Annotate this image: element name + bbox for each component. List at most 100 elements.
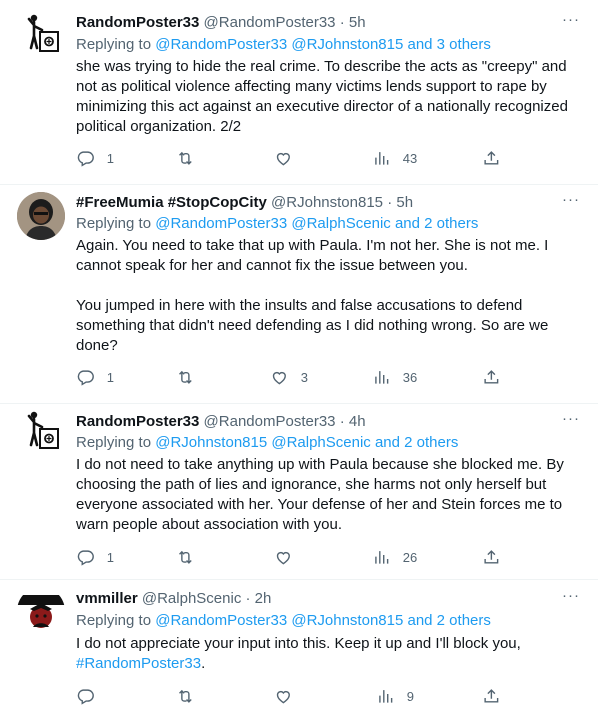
views-count: 43 <box>402 150 418 166</box>
retweet-button[interactable] <box>176 148 195 168</box>
like-button[interactable] <box>274 686 293 706</box>
reply-icon <box>76 687 95 706</box>
tweet[interactable]: RandomPoster33 @RandomPoster33 · 4h ··· … <box>0 404 598 579</box>
timestamp[interactable]: 5h <box>349 14 366 31</box>
like-button[interactable] <box>274 148 293 168</box>
hashtag-link[interactable]: #RandomPoster33 <box>76 655 201 672</box>
tweet-text: she was trying to hide the real crime. T… <box>76 57 576 137</box>
retweet-icon <box>176 687 195 706</box>
replying-to-links[interactable]: @RandomPoster33 @RalphScenic and 2 other… <box>155 215 478 232</box>
reply-icon <box>76 149 95 168</box>
timestamp[interactable]: 2h <box>255 590 272 607</box>
reply-button[interactable] <box>76 686 95 706</box>
avatar[interactable] <box>17 12 65 60</box>
more-icon[interactable]: ··· <box>562 410 580 427</box>
replying-to-links[interactable]: @RJohnston815 @RalphScenic and 2 others <box>155 434 458 451</box>
replying-to-links[interactable]: @RandomPoster33 @RJohnston815 and 3 othe… <box>155 36 491 53</box>
user-handle[interactable]: @RalphScenic <box>142 590 241 607</box>
avatar[interactable] <box>17 192 65 240</box>
reply-count: 1 <box>106 549 114 565</box>
tweet-actions: 1 3 36 <box>76 367 506 387</box>
tweet-text-plain: I do not appreciate your input into this… <box>76 635 521 652</box>
tweet-actions: 1 26 <box>76 547 506 567</box>
reply-count: 1 <box>106 150 114 166</box>
more-icon[interactable]: ··· <box>562 191 580 208</box>
graphic-avatar-icon <box>17 587 65 635</box>
replying-to: Replying to @RandomPoster33 @RJohnston81… <box>76 611 491 631</box>
share-button[interactable] <box>482 148 501 168</box>
replying-to: Replying to @RandomPoster33 @RJohnston81… <box>76 35 491 55</box>
replying-to-label: Replying to <box>76 215 156 232</box>
replying-to-label: Replying to <box>76 434 156 451</box>
retweet-button[interactable] <box>176 686 195 706</box>
retweet-button[interactable] <box>176 367 195 387</box>
replying-to-links[interactable]: @RandomPoster33 @RJohnston815 and 2 othe… <box>155 612 491 629</box>
tweet-actions: 9 <box>76 686 506 706</box>
stick-figure-safe-avatar-icon <box>27 411 59 449</box>
avatar[interactable] <box>17 409 65 457</box>
more-icon[interactable]: ··· <box>562 587 580 604</box>
tweet-paragraph: You jumped in here with the insults and … <box>76 297 549 354</box>
views-count: 9 <box>406 688 414 704</box>
views-button[interactable]: 9 <box>376 686 414 706</box>
tweet[interactable]: vmmiller @RalphScenic · 2h ··· Replying … <box>0 580 598 713</box>
reply-button[interactable]: 1 <box>76 547 114 567</box>
replying-to: Replying to @RJohnston815 @RalphScenic a… <box>76 433 458 453</box>
reply-icon <box>76 368 95 387</box>
like-count: 3 <box>300 369 308 385</box>
tweet-actions: 1 43 <box>76 148 506 168</box>
tweet-text-end: . <box>201 655 206 672</box>
share-button[interactable] <box>482 547 501 567</box>
timestamp[interactable]: 5h <box>396 194 413 211</box>
tweet-text: I do not need to take anything up with P… <box>76 455 576 535</box>
replying-to: Replying to @RandomPoster33 @RalphScenic… <box>76 214 478 234</box>
replying-to-label: Replying to <box>76 612 156 629</box>
tweet-text: Again. You need to take that up with Pau… <box>76 236 576 356</box>
share-icon <box>482 149 501 168</box>
tweet-paragraph: Again. You need to take that up with Pau… <box>76 237 549 274</box>
views-button[interactable]: 36 <box>372 367 417 387</box>
avatar[interactable] <box>17 587 65 635</box>
user-handle[interactable]: @RandomPoster33 <box>204 413 336 430</box>
reply-icon <box>76 548 95 567</box>
views-icon <box>372 548 391 567</box>
separator-dot: · <box>339 14 345 31</box>
person-photo-avatar-icon <box>17 192 65 240</box>
separator-dot: · <box>387 194 393 211</box>
share-button[interactable] <box>482 686 501 706</box>
user-handle[interactable]: @RandomPoster33 <box>204 14 336 31</box>
views-button[interactable]: 26 <box>372 547 417 567</box>
views-icon <box>372 368 391 387</box>
views-icon <box>372 149 391 168</box>
user-handle[interactable]: @RJohnston815 <box>271 194 383 211</box>
display-name[interactable]: RandomPoster33 <box>76 413 199 430</box>
share-icon <box>482 368 501 387</box>
views-icon <box>376 687 395 706</box>
reply-button[interactable]: 1 <box>76 367 114 387</box>
reply-count: 1 <box>106 369 114 385</box>
views-button[interactable]: 43 <box>372 148 417 168</box>
retweet-icon <box>176 368 195 387</box>
like-button[interactable] <box>274 547 293 567</box>
share-icon <box>482 548 501 567</box>
separator-dot: · <box>245 590 251 607</box>
tweet[interactable]: #FreeMumia #StopCopCity @RJohnston815 · … <box>0 185 598 403</box>
like-button[interactable]: 3 <box>270 367 308 387</box>
display-name[interactable]: #FreeMumia #StopCopCity <box>76 194 267 211</box>
stick-figure-safe-avatar-icon <box>27 14 59 52</box>
views-count: 26 <box>402 549 418 565</box>
timestamp[interactable]: 4h <box>349 413 366 430</box>
tweet[interactable]: RandomPoster33 @RandomPoster33 · 5h ··· … <box>0 0 598 185</box>
display-name[interactable]: RandomPoster33 <box>76 14 199 31</box>
more-icon[interactable]: ··· <box>562 11 580 28</box>
retweet-icon <box>176 149 195 168</box>
display-name[interactable]: vmmiller <box>76 590 138 607</box>
tweet-paragraph: I do not need to take anything up with P… <box>76 456 564 533</box>
retweet-button[interactable] <box>176 547 195 567</box>
separator-dot: · <box>339 413 345 430</box>
share-icon <box>482 687 501 706</box>
share-button[interactable] <box>482 367 501 387</box>
heart-icon <box>274 687 293 706</box>
reply-button[interactable]: 1 <box>76 148 114 168</box>
tweet-paragraph: I do not appreciate your input into this… <box>76 634 576 674</box>
